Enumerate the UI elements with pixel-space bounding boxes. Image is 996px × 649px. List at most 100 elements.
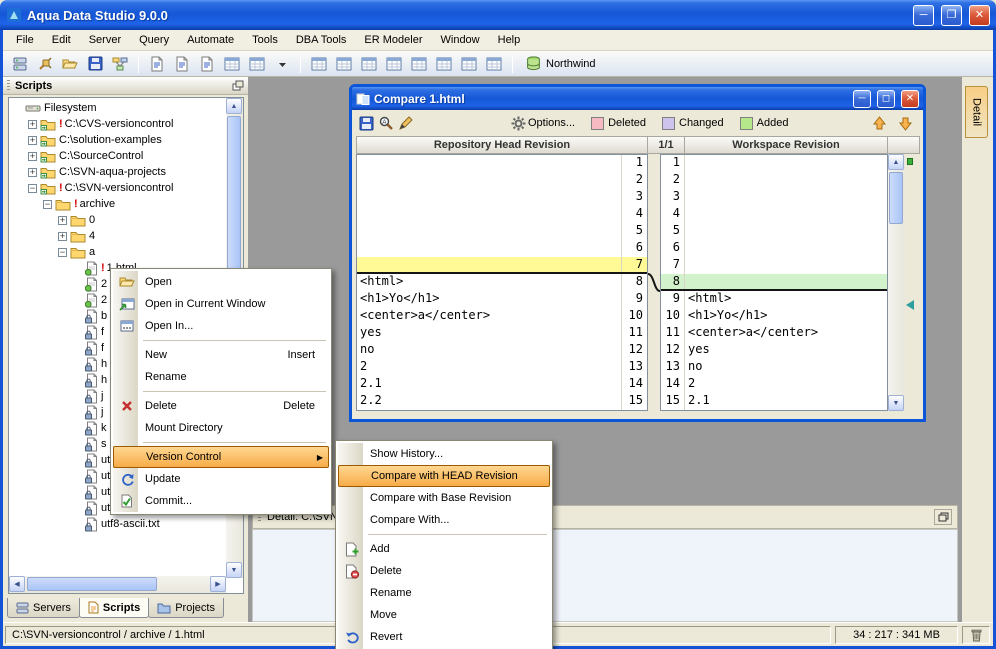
options-button[interactable]: Options...	[528, 117, 575, 129]
tab-projects[interactable]: Projects	[148, 598, 224, 618]
expand-icon[interactable]: +	[58, 231, 67, 241]
compare-close-button[interactable]: ✕	[901, 89, 919, 108]
minimize-button[interactable]: ─	[913, 4, 934, 26]
menu-item-open-in-current-window[interactable]: Open in Current Window	[113, 293, 329, 315]
results-grid-icon[interactable]	[246, 53, 268, 75]
menu-item-new[interactable]: New Insert	[113, 344, 329, 366]
expand-icon[interactable]: +	[28, 151, 37, 161]
menu-item-version-control[interactable]: Version Control ▶	[113, 446, 329, 468]
menu-item-open[interactable]: Open	[113, 271, 329, 293]
more-tools-icon[interactable]	[271, 53, 293, 75]
scroll-left-icon[interactable]: ◀	[9, 576, 25, 592]
tree-item-archive[interactable]: −! archive	[9, 196, 225, 212]
tree-item-a[interactable]: − a	[9, 244, 225, 260]
tree-item-c-svn-versioncontrol[interactable]: −! C:\SVN-versioncontrol	[9, 180, 225, 196]
search-icon[interactable]: A	[376, 113, 396, 133]
menu-file[interactable]: File	[7, 31, 43, 50]
collapse-icon[interactable]: −	[28, 183, 37, 193]
menu-window[interactable]: Window	[432, 31, 489, 50]
workspace-revision-pane[interactable]: 1 2 3 4 5 6 7 8 9 <html> 10 <h1>Yo</h1> 11 <center>a<…	[660, 154, 888, 411]
menu-item-commit[interactable]: Commit...	[113, 490, 329, 512]
grid-view-1-icon[interactable]	[308, 53, 330, 75]
procedure-editor-icon[interactable]	[196, 53, 218, 75]
open-file-icon[interactable]	[59, 53, 81, 75]
tree-item-c-cvs-versioncontrol[interactable]: +! C:\CVS-versioncontrol	[9, 116, 225, 132]
detail-dock-tab[interactable]: Detail	[965, 86, 988, 138]
tree-item-c-svn-aqua-projects[interactable]: + C:\SVN-aqua-projects	[9, 164, 225, 180]
table-data-editor-icon[interactable]	[221, 53, 243, 75]
connect-server-icon[interactable]	[34, 53, 56, 75]
grid-view-8-icon[interactable]	[483, 53, 505, 75]
tree-horizontal-scrollbar[interactable]: ◀ ▶	[9, 576, 226, 593]
menu-item-delete[interactable]: Delete Delete	[113, 395, 329, 417]
menu-dba-tools[interactable]: DBA Tools	[287, 31, 356, 50]
tree-item-0[interactable]: +0	[9, 212, 225, 228]
menu-er-modeler[interactable]: ER Modeler	[355, 31, 431, 50]
undock-panel-icon[interactable]	[232, 80, 244, 91]
menu-item-revert[interactable]: Revert	[338, 626, 550, 648]
scroll-down-icon[interactable]: ▼	[226, 562, 242, 578]
grid-view-3-icon[interactable]	[358, 53, 380, 75]
menu-item-show-history[interactable]: Show History...	[338, 443, 550, 465]
grid-view-7-icon[interactable]	[458, 53, 480, 75]
menu-query[interactable]: Query	[130, 31, 178, 50]
expand-icon[interactable]: +	[28, 135, 37, 145]
trash-icon[interactable]	[970, 628, 983, 642]
collapse-icon[interactable]: −	[58, 247, 67, 257]
tree-item-4[interactable]: +4	[9, 228, 225, 244]
menu-item-open-in[interactable]: Open In...	[113, 315, 329, 337]
grid-view-2-icon[interactable]	[333, 53, 355, 75]
scroll-up-icon[interactable]: ▲	[226, 98, 242, 114]
edit-pen-icon[interactable]	[396, 113, 416, 133]
menu-item-update[interactable]: Update	[113, 468, 329, 490]
menu-item-compare-with-head-revision[interactable]: Compare with HEAD Revision	[338, 465, 550, 487]
grid-view-4-icon[interactable]	[383, 53, 405, 75]
menu-item-delete[interactable]: Delete	[338, 560, 550, 582]
scroll-down-icon[interactable]: ▼	[888, 395, 904, 411]
expand-icon[interactable]: +	[28, 167, 37, 177]
scroll-up-icon[interactable]: ▲	[888, 154, 904, 170]
query-builder-icon[interactable]	[171, 53, 193, 75]
menu-item-move[interactable]: Move	[338, 604, 550, 626]
expand-icon[interactable]: +	[28, 119, 37, 129]
query-analyzer-icon[interactable]	[146, 53, 168, 75]
tab-servers[interactable]: Servers	[7, 598, 80, 618]
restore-button[interactable]: ❐	[941, 4, 962, 26]
register-server-icon[interactable]	[9, 53, 31, 75]
menu-item-add[interactable]: Add	[338, 538, 550, 560]
menu-item-rename[interactable]: Rename	[338, 582, 550, 604]
menu-item-mount-directory[interactable]: Mount Directory	[113, 417, 329, 439]
grid-view-5-icon[interactable]	[408, 53, 430, 75]
added-diff-marker[interactable]	[907, 158, 913, 165]
menu-automate[interactable]: Automate	[178, 31, 243, 50]
tab-scripts[interactable]: Scripts	[78, 598, 150, 618]
scroll-right-icon[interactable]: ▶	[210, 576, 226, 592]
menu-item-compare-with[interactable]: Compare With...	[338, 509, 550, 531]
expand-icon[interactable]: +	[58, 215, 67, 225]
save-file-icon[interactable]	[84, 53, 106, 75]
compare-vertical-scrollbar[interactable]: ▲ ▼	[888, 154, 905, 411]
detail-restore-icon[interactable]	[934, 509, 952, 525]
connection-selector[interactable]: Northwind	[520, 53, 602, 75]
save-icon[interactable]	[356, 113, 376, 133]
tree-item-c-sourcecontrol[interactable]: + C:\SourceControl	[9, 148, 225, 164]
menu-tools[interactable]: Tools	[243, 31, 287, 50]
compare-minimize-button[interactable]: ─	[853, 89, 871, 108]
menu-server[interactable]: Server	[80, 31, 130, 50]
repository-revision-pane[interactable]: 1 2 3 4 5 6 7 <html> 8 <h1>Yo</h1> 9 <center>a</cen…	[356, 154, 648, 411]
menu-edit[interactable]: Edit	[43, 31, 80, 50]
tree-item-filesystem[interactable]: Filesystem	[9, 100, 225, 116]
next-diff-icon[interactable]	[895, 113, 915, 133]
schema-browser-icon[interactable]	[109, 53, 131, 75]
compare-maximize-button[interactable]: ◻	[877, 89, 895, 108]
previous-diff-icon[interactable]	[869, 113, 889, 133]
menu-item-compare-with-base-revision[interactable]: Compare with Base Revision	[338, 487, 550, 509]
tree-item-utf8-ascii-txt[interactable]: utf8-ascii.txt	[9, 516, 225, 532]
collapse-icon[interactable]: −	[43, 199, 52, 209]
menu-item-rename[interactable]: Rename	[113, 366, 329, 388]
tree-hscroll-thumb[interactable]	[27, 577, 157, 591]
grid-view-6-icon[interactable]	[433, 53, 455, 75]
close-button[interactable]: ✕	[969, 4, 990, 26]
compare-vscroll-thumb[interactable]	[889, 172, 903, 224]
menu-help[interactable]: Help	[489, 31, 530, 50]
